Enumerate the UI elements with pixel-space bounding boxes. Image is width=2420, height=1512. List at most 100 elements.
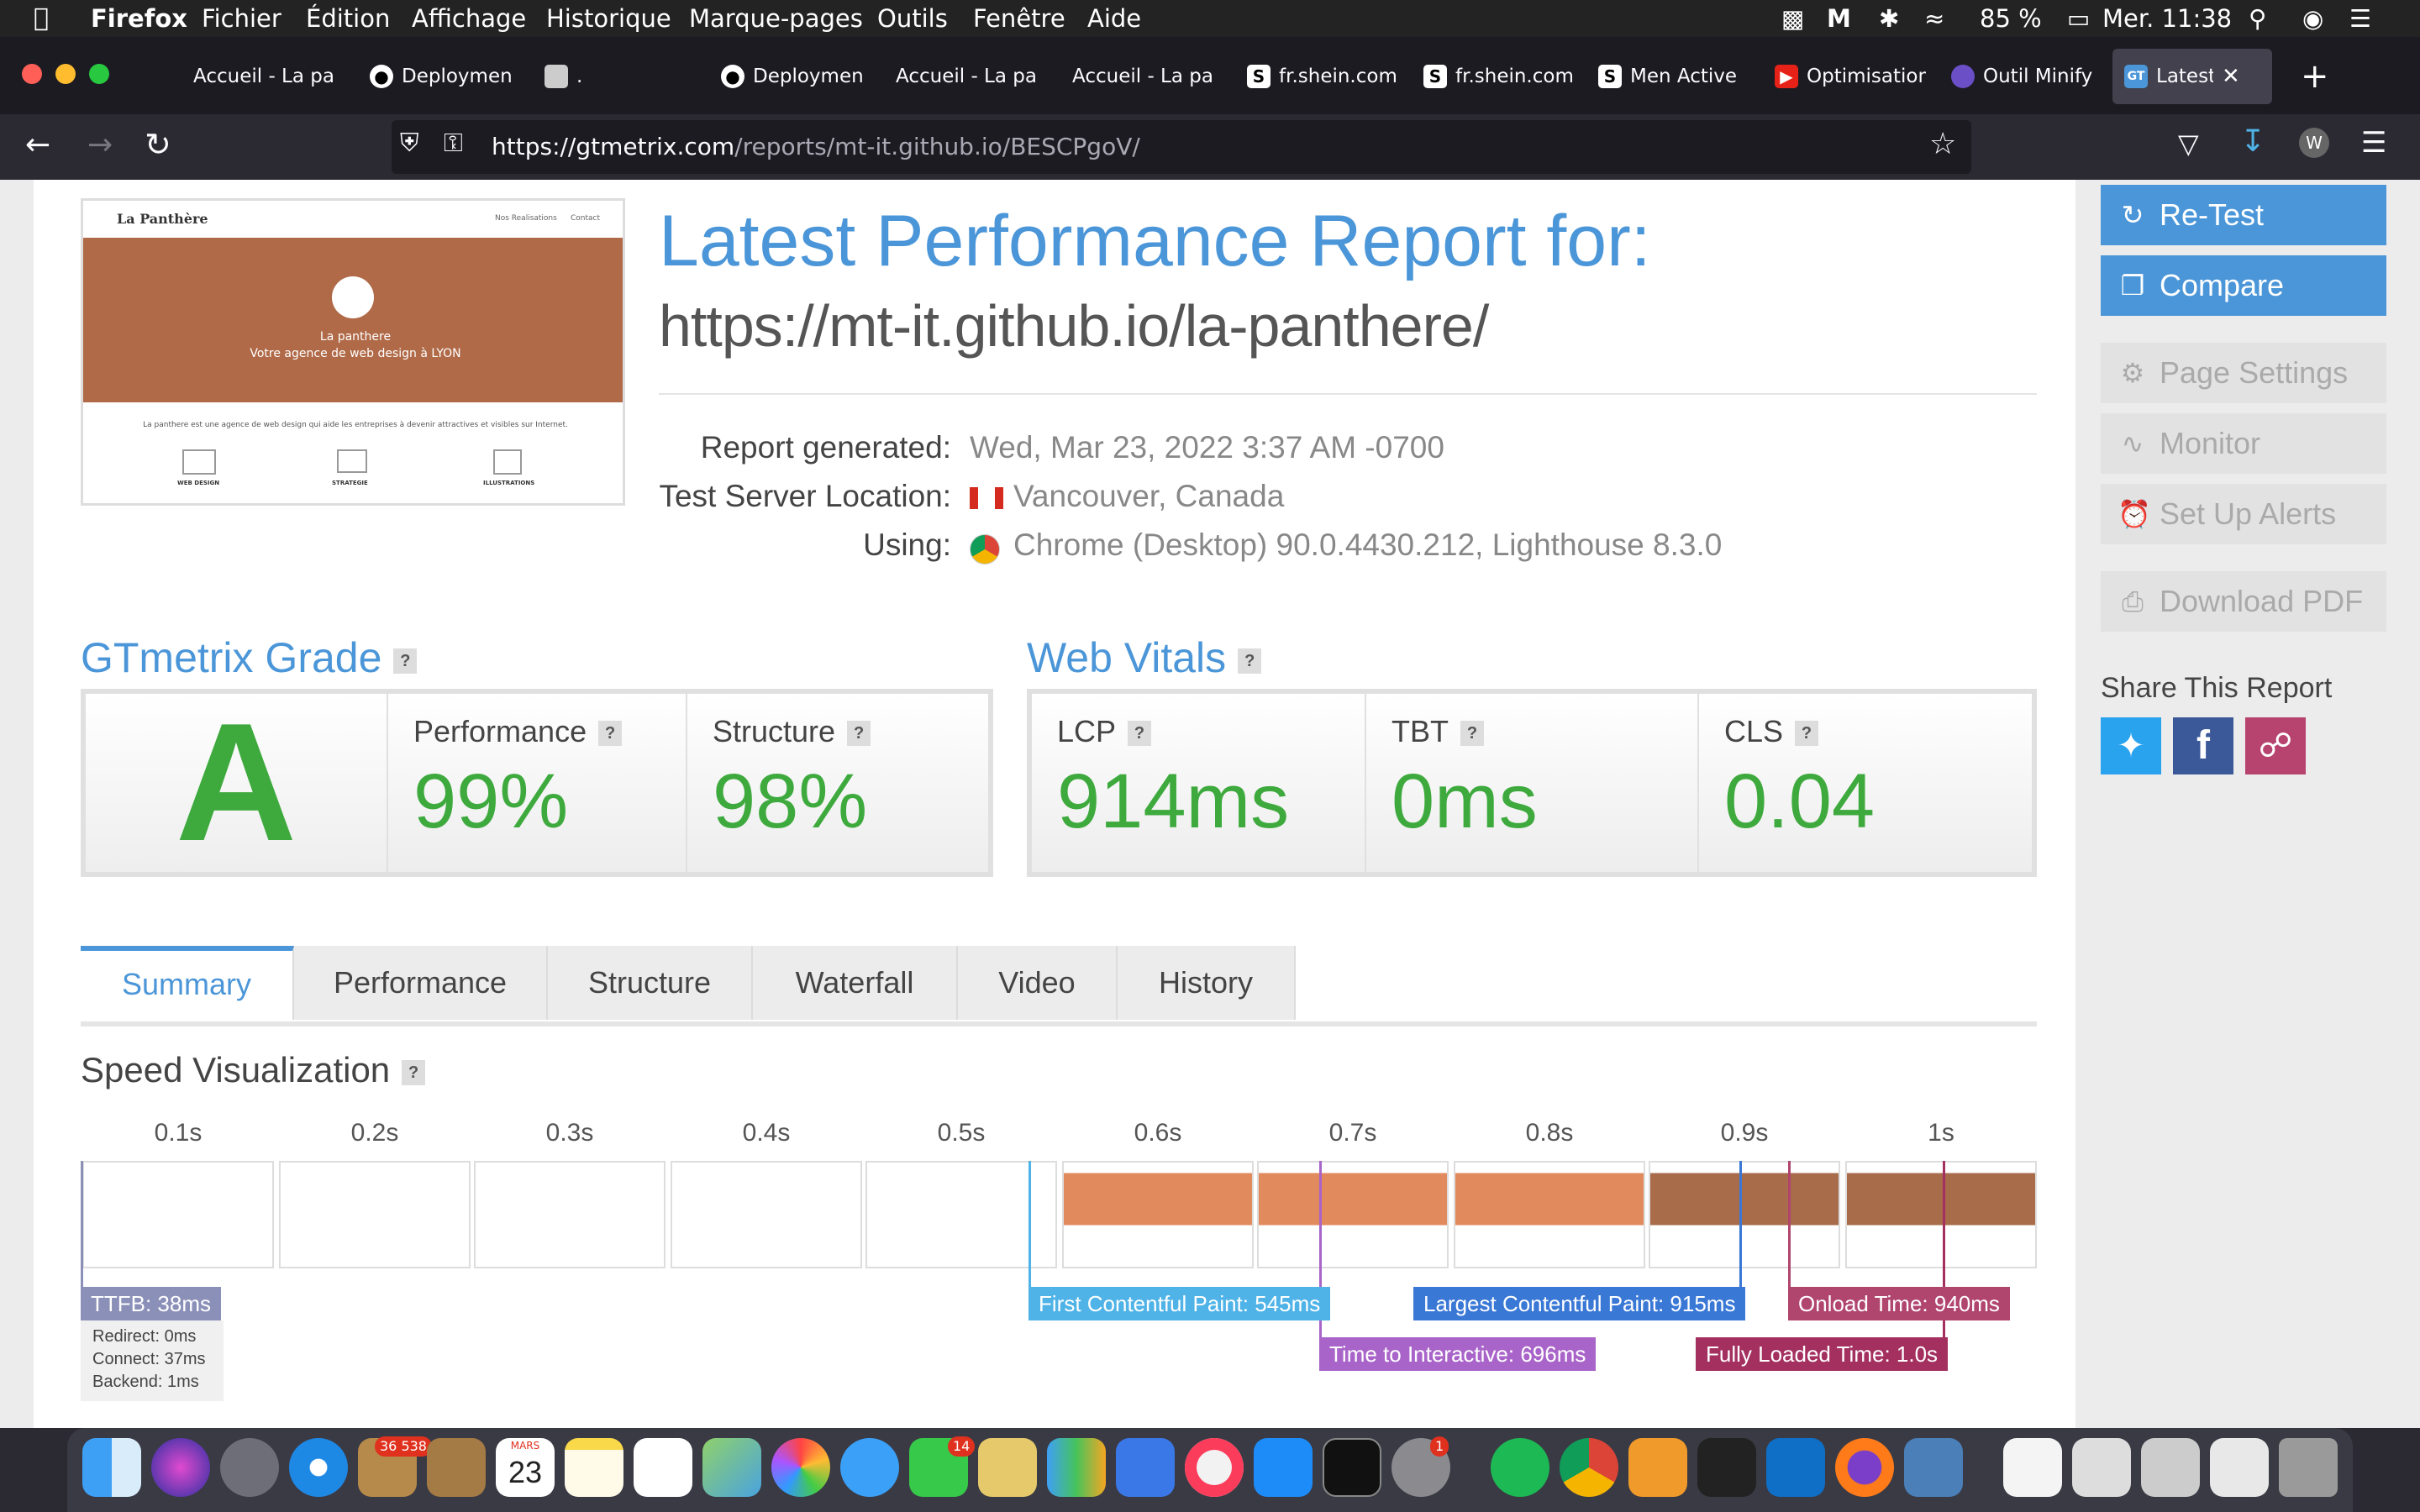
site-thumbnail[interactable]: La Panthère Nos Realisations Contact La … [81, 198, 625, 506]
url-text[interactable]: https://gtmetrix.com/reports/mt-it.githu… [492, 130, 1140, 164]
clock[interactable]: Mer. 11:38 [2102, 0, 2232, 37]
filmstrip-frame[interactable] [1257, 1161, 1449, 1268]
tab-optimisation[interactable]: ▶ Optimisation [1775, 55, 1926, 97]
tab-waterfall[interactable]: Waterfall [753, 946, 958, 1020]
trash-icon[interactable] [2279, 1438, 2338, 1497]
menu-icon[interactable]: ☰ [2361, 126, 2386, 160]
menu-affichage[interactable]: Affichage [412, 0, 526, 37]
structure-help-icon[interactable]: ? [847, 721, 871, 747]
bluetooth-icon[interactable]: ✱ [1879, 0, 1899, 37]
filmstrip-frame[interactable] [671, 1161, 862, 1268]
filmstrip-frame[interactable] [1649, 1161, 1840, 1268]
download-pdf-button[interactable]: ⎙ Download PDF [2101, 571, 2386, 632]
siri-dock-icon[interactable] [151, 1438, 210, 1497]
new-tab-icon[interactable]: + [2301, 55, 2329, 97]
twitter-share-icon[interactable]: ✦ [2101, 717, 2161, 774]
keynote-doc-icon[interactable] [978, 1438, 1037, 1497]
battery-icon[interactable]: ▭ [2067, 0, 2090, 37]
zoom-window-button[interactable] [89, 64, 109, 84]
close-window-button[interactable] [22, 64, 42, 84]
tab-minify[interactable]: Outil Minify [1951, 55, 2102, 97]
documents-stack-icon[interactable] [2210, 1438, 2269, 1497]
notes-icon[interactable] [565, 1438, 623, 1497]
pocket-icon[interactable]: ▽ [2178, 128, 2199, 160]
stats-icon[interactable]: ▩ [1781, 0, 1804, 37]
filmstrip-frame[interactable] [279, 1161, 471, 1268]
menu-fenetre[interactable]: Fenêtre [973, 0, 1065, 37]
performance-help-icon[interactable]: ? [598, 721, 623, 747]
tab-performance[interactable]: Performance [294, 946, 548, 1020]
vitals-help-icon[interactable]: ? [1238, 648, 1262, 674]
finder-icon[interactable] [82, 1438, 141, 1497]
messages-icon[interactable] [840, 1438, 899, 1497]
menu-app-name[interactable]: Firefox [91, 0, 187, 37]
speed-help-icon[interactable]: ? [402, 1059, 426, 1085]
filmstrip-frame[interactable] [82, 1161, 274, 1268]
menu-marque-pages[interactable]: Marque-pages [689, 0, 863, 37]
tbt-help-icon[interactable]: ? [1460, 721, 1484, 747]
spotify-icon[interactable] [1491, 1438, 1549, 1497]
malwarebytes-icon[interactable]: M [1827, 0, 1851, 37]
music-icon[interactable] [1185, 1438, 1244, 1497]
keynote-icon[interactable] [1116, 1438, 1175, 1497]
bookmark-star-icon[interactable]: ☆ [1929, 127, 1956, 161]
downloads-stack-icon[interactable] [2072, 1438, 2131, 1497]
retest-button[interactable]: ↻ Re-Test [2101, 185, 2386, 245]
cls-help-icon[interactable]: ? [1795, 721, 1819, 747]
screenshots-stack-icon[interactable] [2141, 1438, 2200, 1497]
tab-shein-1[interactable]: Sfr.shein.com [1247, 55, 1398, 97]
calendar-icon[interactable]: MARS 23 [496, 1438, 555, 1497]
wifi-icon[interactable]: ≈ [1924, 0, 1944, 37]
tab-gtmetrix-active[interactable]: GT Latest Pe ✕ [2112, 49, 2272, 104]
close-tab-icon[interactable]: ✕ [2222, 55, 2240, 97]
maps-icon[interactable] [702, 1438, 761, 1497]
siri-icon[interactable]: ◉ [2302, 0, 2323, 37]
shield-icon[interactable]: ⛨ [400, 129, 419, 158]
account-avatar[interactable]: W [2299, 128, 2329, 158]
tab-history[interactable]: History [1118, 946, 1296, 1020]
spotlight-icon[interactable]: ⚲ [2249, 0, 2266, 37]
sublime-text-icon[interactable] [1628, 1438, 1687, 1497]
downloads-icon[interactable]: ↧ [2240, 124, 2265, 159]
vscode-icon[interactable] [1766, 1438, 1825, 1497]
notification-center-icon[interactable]: ☰ [2349, 0, 2371, 37]
notes-app-icon[interactable] [427, 1438, 486, 1497]
tab-men-active[interactable]: S Men Active [1598, 55, 1749, 97]
launchpad-icon[interactable] [220, 1438, 279, 1497]
apple-icon[interactable]:  [34, 0, 49, 37]
tab-deployment-1[interactable]: ● Deploymen [370, 55, 513, 97]
compare-button[interactable]: ❐ Compare [2101, 255, 2386, 316]
filmstrip-frame[interactable] [1062, 1161, 1254, 1268]
tab-panther[interactable]: . [544, 55, 645, 97]
monitor-button[interactable]: ∿ Monitor [2101, 413, 2386, 474]
safari-icon[interactable] [289, 1438, 348, 1497]
tab-deployment-2[interactable]: ● Deploymen [721, 55, 864, 97]
report-site-url[interactable]: https://mt-it.github.io/la-panthere/ [659, 292, 1489, 360]
tab-accueil-2[interactable]: Accueil - La par [896, 55, 1039, 97]
menu-historique[interactable]: Historique [546, 0, 671, 37]
document-icon[interactable] [2003, 1438, 2062, 1497]
photos-icon[interactable] [771, 1438, 830, 1497]
grade-help-icon[interactable]: ? [393, 648, 418, 674]
facebook-share-icon[interactable]: f [2173, 717, 2233, 774]
filmstrip-frame[interactable] [1454, 1161, 1645, 1268]
preview-icon[interactable] [1904, 1438, 1963, 1497]
tab-video[interactable]: Video [958, 946, 1118, 1020]
firefox-dock-icon[interactable] [1835, 1438, 1894, 1497]
tab-shein-2[interactable]: Sfr.shein.com [1423, 55, 1575, 97]
equalizer-icon[interactable] [1697, 1438, 1756, 1497]
filmstrip-frame[interactable] [1845, 1161, 2037, 1268]
terminal-icon[interactable] [1323, 1438, 1381, 1497]
alerts-button[interactable]: ⏰ Set Up Alerts [2101, 484, 2386, 544]
tab-accueil-1[interactable]: Accueil - La par [193, 55, 336, 97]
menu-edition[interactable]: Édition [306, 0, 390, 37]
reload-icon[interactable]: ↻ [145, 126, 171, 163]
back-icon[interactable]: ← [25, 128, 50, 162]
menu-outils[interactable]: Outils [877, 0, 948, 37]
menu-fichier[interactable]: Fichier [202, 0, 281, 37]
page-settings-button[interactable]: ⚙ Page Settings [2101, 343, 2386, 403]
filmstrip-frame[interactable] [474, 1161, 666, 1268]
battery-percent[interactable]: 85 % [1980, 0, 2042, 37]
minimize-window-button[interactable] [55, 64, 76, 84]
link-share-icon[interactable]: ☍ [2245, 717, 2306, 774]
